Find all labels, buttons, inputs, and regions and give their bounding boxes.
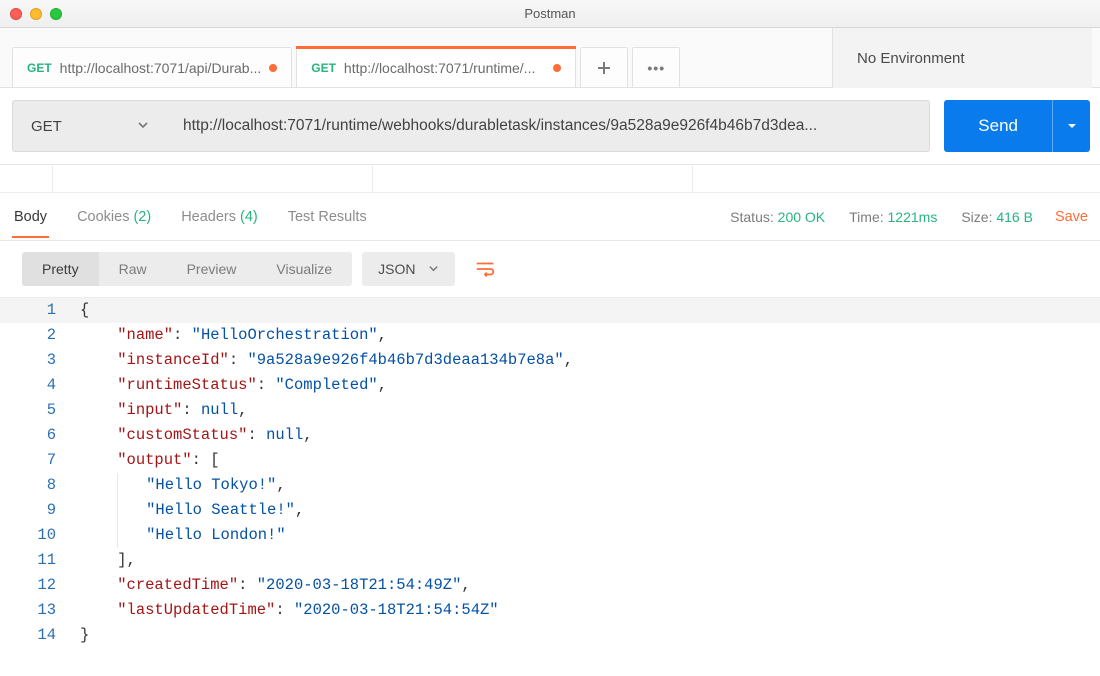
code-line: 2 "name": "HelloOrchestration", [0, 323, 1100, 348]
view-mode-group: Pretty Raw Preview Visualize [22, 252, 352, 286]
line-number: 4 [0, 373, 80, 398]
code-line: 13 "lastUpdatedTime": "2020-03-18T21:54:… [0, 598, 1100, 623]
code-line: 5 "input": null, [0, 398, 1100, 423]
view-pretty[interactable]: Pretty [22, 252, 99, 286]
save-response-button[interactable]: Save [1055, 209, 1088, 225]
line-number: 5 [0, 398, 80, 423]
unsaved-dot-icon [553, 64, 561, 72]
code-content: "lastUpdatedTime": "2020-03-18T21:54:54Z… [80, 598, 499, 623]
request-url-row: GET http://localhost:7071/runtime/webhoo… [0, 88, 1100, 165]
chevron-down-icon [137, 118, 149, 135]
code-line: 8 "Hello Tokyo!", [0, 473, 1100, 498]
status-meta: Status: 200 OK [730, 209, 825, 225]
tab-method: GET [311, 61, 336, 75]
code-content: "output": [ [80, 448, 220, 473]
code-line: 6 "customStatus": null, [0, 423, 1100, 448]
unsaved-dot-icon [269, 64, 277, 72]
code-content: "name": "HelloOrchestration", [80, 323, 387, 348]
environment-label: No Environment [857, 50, 965, 67]
line-number: 12 [0, 573, 80, 598]
window-title: Postman [524, 6, 575, 21]
response-body-code[interactable]: 1{2 "name": "HelloOrchestration",3 "inst… [0, 297, 1100, 648]
new-tab-button[interactable] [580, 47, 628, 87]
tab-title: http://localhost:7071/api/Durab... [60, 60, 262, 76]
http-method-value: GET [31, 118, 62, 135]
line-number: 7 [0, 448, 80, 473]
line-number: 10 [0, 523, 80, 548]
tab-cookies[interactable]: Cookies(2) [75, 197, 153, 237]
view-raw[interactable]: Raw [99, 252, 167, 286]
body-toolbar: Pretty Raw Preview Visualize JSON [0, 241, 1100, 297]
code-line: 3 "instanceId": "9a528a9e926f4b46b7d3dea… [0, 348, 1100, 373]
request-tab[interactable]: GET http://localhost:7071/runtime/... [296, 47, 576, 87]
tab-body[interactable]: Body [12, 197, 49, 237]
code-content: "instanceId": "9a528a9e926f4b46b7d3deaa1… [80, 348, 573, 373]
code-content: "Hello Tokyo!", [80, 473, 286, 498]
code-content: "Hello London!" [80, 523, 286, 548]
code-content: "createdTime": "2020-03-18T21:54:49Z", [80, 573, 471, 598]
wrap-lines-button[interactable] [465, 251, 505, 287]
section-divider [0, 165, 1100, 193]
window-close-button[interactable] [10, 8, 22, 20]
time-meta: Time: 1221ms [849, 209, 937, 225]
line-number: 13 [0, 598, 80, 623]
line-number: 9 [0, 498, 80, 523]
send-dropdown-button[interactable] [1052, 100, 1090, 152]
line-number: 2 [0, 323, 80, 348]
code-content: ], [80, 548, 136, 573]
code-line: 4 "runtimeStatus": "Completed", [0, 373, 1100, 398]
code-content: } [80, 623, 89, 648]
window-maximize-button[interactable] [50, 8, 62, 20]
response-header-row: Body Cookies(2) Headers(4) Test Results … [0, 193, 1100, 241]
request-tabs-row: GEThttp://localhost:7071/api/Durab...GET… [0, 28, 1100, 88]
line-number: 1 [0, 298, 80, 323]
window-minimize-button[interactable] [30, 8, 42, 20]
code-line: 12 "createdTime": "2020-03-18T21:54:49Z"… [0, 573, 1100, 598]
code-content: "customStatus": null, [80, 423, 313, 448]
code-line: 10 "Hello London!" [0, 523, 1100, 548]
tab-method: GET [27, 61, 52, 75]
line-number: 14 [0, 623, 80, 648]
size-meta: Size: 416 B [961, 209, 1033, 225]
send-button[interactable]: Send [944, 100, 1052, 152]
tab-headers[interactable]: Headers(4) [179, 197, 260, 237]
code-content: "input": null, [80, 398, 247, 423]
request-tab[interactable]: GET http://localhost:7071/api/Durab... [12, 47, 292, 87]
view-visualize[interactable]: Visualize [256, 252, 352, 286]
line-number: 8 [0, 473, 80, 498]
window-titlebar: Postman [0, 0, 1100, 28]
http-method-select[interactable]: GET [12, 100, 167, 152]
code-line: 1{ [0, 298, 1100, 323]
format-select[interactable]: JSON [362, 252, 454, 286]
line-number: 6 [0, 423, 80, 448]
code-line: 7 "output": [ [0, 448, 1100, 473]
environment-selector[interactable]: No Environment [832, 28, 1092, 88]
tabs-more-button[interactable]: ••• [632, 47, 680, 87]
line-number: 3 [0, 348, 80, 373]
line-number: 11 [0, 548, 80, 573]
chevron-down-icon [428, 261, 439, 277]
code-content: { [80, 298, 89, 323]
tab-test-results[interactable]: Test Results [286, 197, 369, 237]
code-line: 14} [0, 623, 1100, 648]
code-content: "runtimeStatus": "Completed", [80, 373, 387, 398]
request-url-input[interactable]: http://localhost:7071/runtime/webhooks/d… [167, 100, 930, 152]
request-url-value: http://localhost:7071/runtime/webhooks/d… [183, 117, 817, 135]
code-line: 11 ], [0, 548, 1100, 573]
code-content: "Hello Seattle!", [80, 498, 304, 523]
format-value: JSON [378, 261, 415, 277]
code-line: 9 "Hello Seattle!", [0, 498, 1100, 523]
view-preview[interactable]: Preview [167, 252, 257, 286]
tab-title: http://localhost:7071/runtime/... [344, 60, 545, 76]
